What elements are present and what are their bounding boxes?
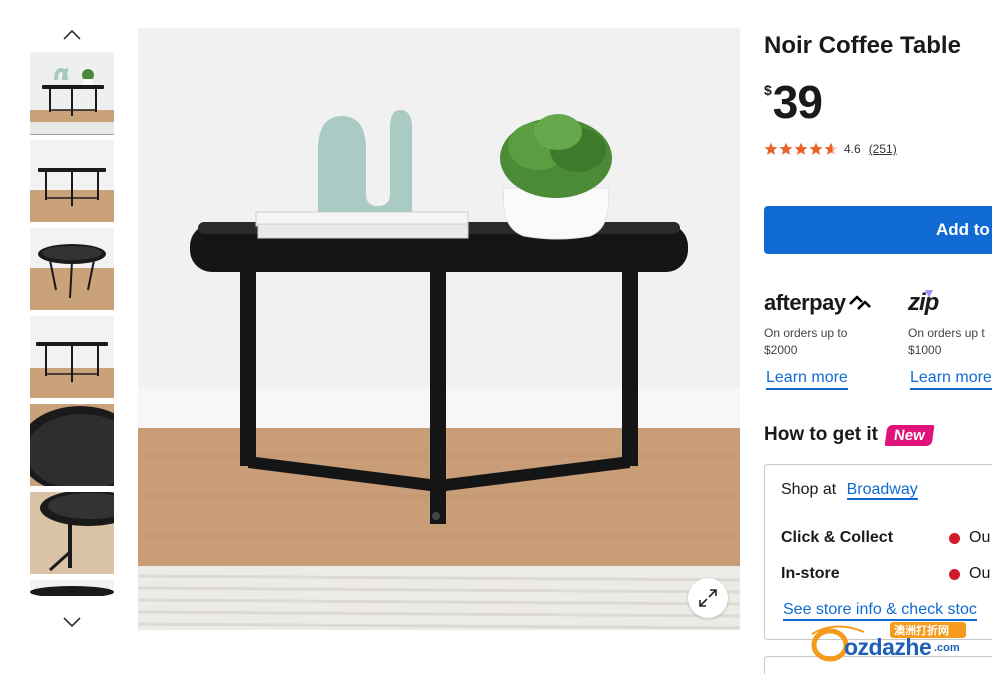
price-amount: 39 (772, 76, 823, 128)
in-store-status: Ou (949, 565, 990, 583)
chevron-down-icon (63, 617, 81, 628)
section-heading: How to get it (764, 424, 878, 445)
store-availability-box: Shop at Broadway Click & Collect Ou In-s… (764, 464, 992, 640)
ozdazhe-watermark: 澳洲打折网 ozdazhe .com (806, 618, 978, 668)
afterpay-option: afterpay On orders up to $2000 Learn mor… (764, 288, 904, 390)
shop-at-row: Shop at Broadway (781, 481, 918, 500)
thumbnails-down-button[interactable] (60, 612, 84, 632)
expand-icon (699, 589, 717, 607)
thumbnail-2[interactable] (30, 140, 114, 222)
zip-note: On orders up t $1000 (908, 326, 985, 357)
how-to-get-it-heading: How to get it New (764, 424, 935, 446)
in-store-label: In-store (781, 565, 840, 582)
rating-score: 4.6 (844, 142, 861, 156)
zip-accent-icon (925, 290, 934, 298)
zoom-image-button[interactable] (688, 578, 728, 618)
thumbnails-up-button[interactable] (60, 24, 84, 44)
half-star-icon (824, 142, 838, 155)
zip-option: zip On orders up t $1000 Learn more (908, 288, 992, 390)
afterpay-learn-more-link[interactable]: Learn more (766, 369, 848, 390)
thumbnail-4[interactable] (30, 316, 114, 398)
thumbnail-rail (28, 20, 116, 640)
status-dot-icon (949, 532, 960, 544)
new-badge: New (884, 424, 935, 446)
afterpay-logo: afterpay (764, 288, 904, 318)
rating-stars (764, 142, 838, 156)
chevron-up-icon (63, 29, 81, 40)
afterpay-arrows-icon (848, 295, 871, 310)
watermark-text: ozdazhe (844, 634, 932, 660)
star-icon (794, 142, 808, 155)
currency-symbol: $ (764, 82, 772, 98)
review-count-link[interactable]: (251) (869, 142, 897, 156)
zip-learn-more-link[interactable]: Learn more (910, 369, 992, 390)
thumbnail-6[interactable] (30, 492, 114, 574)
watermark-suffix: .com (934, 642, 960, 654)
thumbnail-3[interactable] (30, 228, 114, 310)
coffee-table-photo (138, 28, 740, 630)
thumbnail-7[interactable] (30, 580, 114, 604)
star-icon (764, 142, 778, 155)
thumbnail-list (30, 52, 114, 604)
click-collect-label: Click & Collect (781, 529, 894, 546)
status-dot-icon (949, 568, 960, 580)
store-name-link[interactable]: Broadway (846, 481, 918, 500)
thumbnail-1[interactable] (30, 52, 114, 135)
star-icon (779, 142, 793, 155)
zip-logo: zip (908, 289, 939, 316)
thumbnail-5[interactable] (30, 404, 114, 486)
product-title: Noir Coffee Table (764, 32, 961, 59)
add-to-cart-button[interactable]: Add to (764, 206, 992, 254)
product-rating[interactable]: 4.6 (251) (764, 142, 897, 156)
shop-at-label: Shop at (781, 481, 837, 498)
click-collect-status: Ou (949, 529, 990, 547)
product-price: $ 39 (764, 76, 823, 128)
afterpay-note: On orders up to $2000 (764, 326, 848, 357)
star-icon (809, 142, 823, 155)
main-product-image[interactable] (138, 28, 740, 630)
